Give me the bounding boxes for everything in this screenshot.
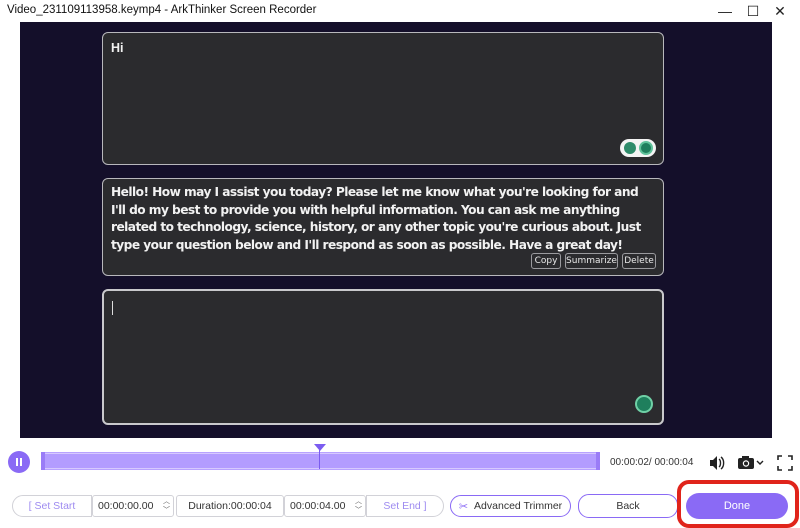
minimize-button[interactable]: — [711,1,739,21]
mic-icon [624,142,636,154]
advanced-trimmer-label: Advanced Trimmer [474,500,563,512]
set-end-button[interactable]: Set End ] [366,495,444,517]
advanced-trimmer-button[interactable]: ✂ Advanced Trimmer [450,495,571,517]
submit-icon [635,395,653,413]
chat-input-panel [102,289,664,425]
window-title: Video_231109113958.keymp4 - ArkThinker S… [7,4,317,16]
duration-display: Duration:00:00:04 [176,495,284,517]
send-icon [639,141,653,155]
fullscreen-icon[interactable] [775,454,795,472]
title-bar: Video_231109113958.keymp4 - ArkThinker S… [0,0,800,22]
user-message-panel: Hi [102,32,664,165]
trim-end-handle[interactable] [596,452,600,470]
start-time-value: 00:00:00.00 [98,500,154,512]
done-button[interactable]: Done [686,493,788,519]
assistant-message-panel: Hello! How may I assist you today? Pleas… [102,178,664,276]
assistant-message-text: Hello! How may I assist you today? Pleas… [111,185,641,252]
preview-margin-left [0,22,20,438]
close-button[interactable]: ✕ [766,1,794,21]
preview-margin-right [772,22,800,438]
timeline-selection [43,454,597,468]
delete-button: Delete [622,253,656,269]
voice-toggle [620,139,656,157]
trim-start-handle[interactable] [41,452,45,470]
time-readout: 00:00:02/ 00:00:04 [610,457,694,468]
user-message-text: Hi [111,41,124,55]
start-time-stepper-icon[interactable]: ︿ ﹀ [163,497,170,515]
playhead-marker-icon[interactable] [314,444,326,451]
scissors-icon: ✂ [458,500,469,513]
end-time-field[interactable]: 00:00:04.00 ︿ ﹀ [284,495,366,517]
camera-icon[interactable] [737,454,765,472]
summarize-button: Summarize [565,253,618,269]
copy-button: Copy [531,253,561,269]
playhead[interactable] [319,447,320,469]
set-start-button[interactable]: [ Set Start [12,495,92,517]
pause-icon[interactable] [8,451,30,473]
start-time-field[interactable]: 00:00:00.00 ︿ ﹀ [92,495,174,517]
end-time-stepper-icon[interactable]: ︿ ﹀ [355,497,362,515]
text-cursor [112,301,113,315]
back-button[interactable]: Back [578,494,678,518]
end-time-value: 00:00:04.00 [290,500,346,512]
maximize-button[interactable]: ☐ [739,1,767,21]
volume-icon[interactable] [707,454,727,472]
